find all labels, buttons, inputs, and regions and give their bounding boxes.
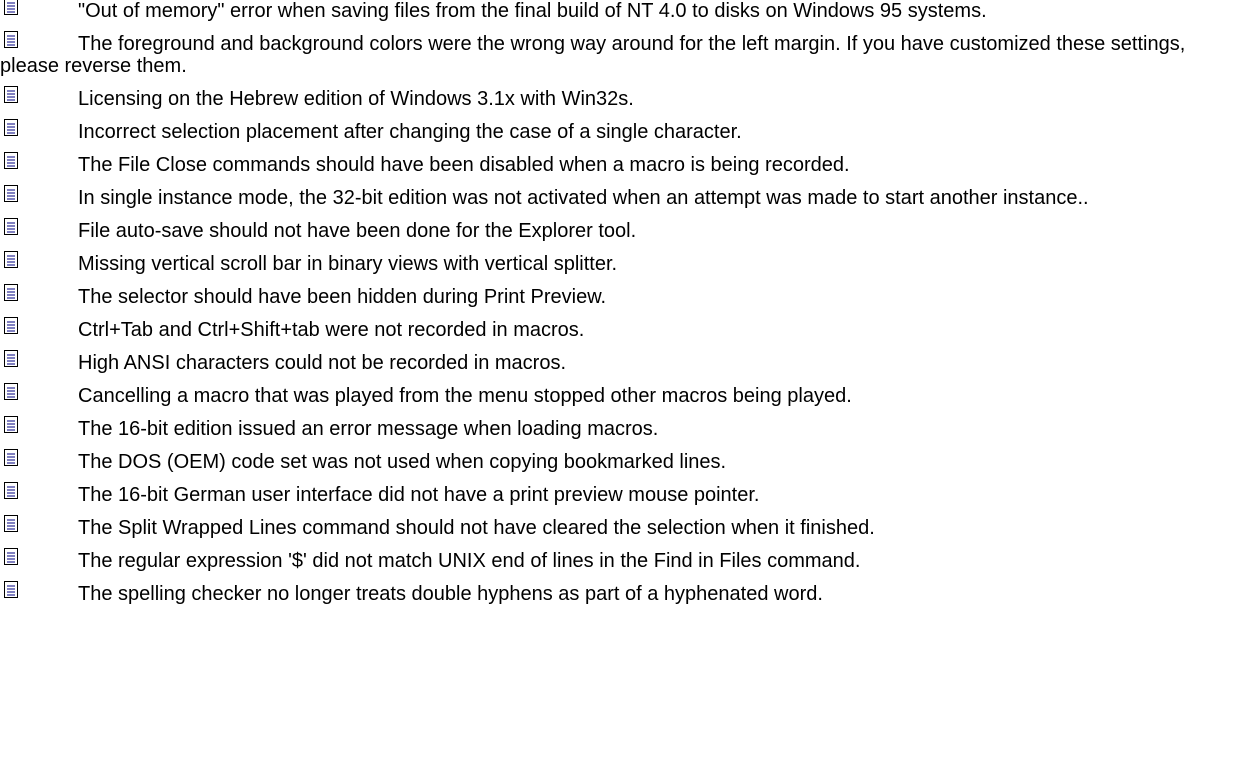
list-item-text: The DOS (OEM) code set was not used when… [78, 451, 727, 473]
document-icon [4, 581, 18, 598]
list-item-text: Missing vertical scroll bar in binary vi… [78, 253, 618, 275]
list-item: The 16-bit edition issued an error messa… [0, 416, 1235, 440]
document-icon [4, 218, 18, 235]
document-icon [4, 119, 18, 136]
list-item: The selector should have been hidden dur… [0, 284, 1235, 308]
list-item: The foreground and background colors wer… [0, 31, 1235, 77]
list-item-text: The 16-bit edition issued an error messa… [78, 418, 659, 440]
document-icon [4, 416, 18, 433]
document-icon [4, 284, 18, 301]
list-item: The 16-bit German user interface did not… [0, 482, 1235, 506]
list-item: Incorrect selection placement after chan… [0, 119, 1235, 143]
list-item: Cancelling a macro that was played from … [0, 383, 1235, 407]
list-item-text: The spelling checker no longer treats do… [78, 583, 823, 605]
list-item: The File Close commands should have been… [0, 152, 1235, 176]
document-icon [4, 449, 18, 466]
list-item-text: In single instance mode, the 32-bit edit… [78, 187, 1089, 209]
list-item-text: Incorrect selection placement after chan… [78, 121, 742, 143]
document-icon [4, 86, 18, 103]
list-item-text: The regular expression '$' did not match… [78, 550, 861, 572]
list-item: The Split Wrapped Lines command should n… [0, 515, 1235, 539]
document-icon [4, 548, 18, 565]
list-item-text: File auto-save should not have been done… [78, 220, 637, 242]
list-item: File auto-save should not have been done… [0, 218, 1235, 242]
list-item: The regular expression '$' did not match… [0, 548, 1235, 572]
list-item: Missing vertical scroll bar in binary vi… [0, 251, 1235, 275]
document-icon [4, 251, 18, 268]
list-item: The spelling checker no longer treats do… [0, 581, 1235, 605]
list-item: Licensing on the Hebrew edition of Windo… [0, 86, 1235, 110]
list-item-text: The selector should have been hidden dur… [78, 286, 607, 308]
list-item: The DOS (OEM) code set was not used when… [0, 449, 1235, 473]
list-item-text: The foreground and background colors wer… [0, 33, 1186, 77]
document-icon [4, 350, 18, 367]
document-icon [4, 383, 18, 400]
document-icon [4, 185, 18, 202]
document-icon [4, 317, 18, 334]
document-icon [4, 31, 18, 48]
document-icon [4, 482, 18, 499]
list-item-text: "Out of memory" error when saving files … [78, 0, 987, 22]
document-icon [4, 152, 18, 169]
list-item: "Out of memory" error when saving files … [0, 0, 1235, 22]
document-icon [4, 515, 18, 532]
list-item-text: The File Close commands should have been… [78, 154, 850, 176]
list-item: Ctrl+Tab and Ctrl+Shift+tab were not rec… [0, 317, 1235, 341]
list-item: High ANSI characters could not be record… [0, 350, 1235, 374]
list-item-text: Ctrl+Tab and Ctrl+Shift+tab were not rec… [78, 319, 585, 341]
list-item-text: The Split Wrapped Lines command should n… [78, 517, 875, 539]
list-item-text: Cancelling a macro that was played from … [78, 385, 852, 407]
list-item-text: The 16-bit German user interface did not… [78, 484, 760, 506]
fix-list: "Out of memory" error when saving files … [0, 0, 1235, 605]
document-icon [4, 0, 18, 15]
list-item: In single instance mode, the 32-bit edit… [0, 185, 1235, 209]
list-item-text: High ANSI characters could not be record… [78, 352, 567, 374]
list-item-text: Licensing on the Hebrew edition of Windo… [78, 88, 634, 110]
